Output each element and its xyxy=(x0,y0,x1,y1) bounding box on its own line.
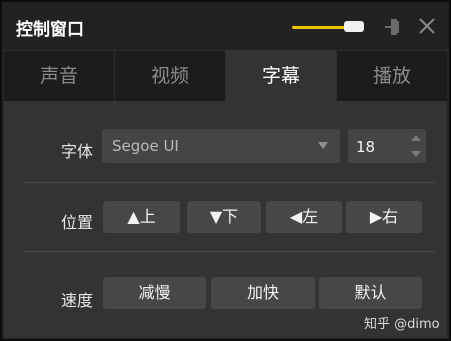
move-up-button[interactable]: ▲上 xyxy=(103,201,180,233)
font-family-value: Segoe UI xyxy=(112,137,179,155)
title-bar: 控制窗口 xyxy=(2,2,449,50)
opacity-slider-track[interactable] xyxy=(292,26,348,29)
font-label: 字体 xyxy=(61,142,94,161)
watermark: 知乎 @dimo xyxy=(364,317,440,332)
slower-button[interactable]: 减慢 xyxy=(103,277,206,309)
pin-icon[interactable] xyxy=(382,17,402,37)
window-title: 控制窗口 xyxy=(16,20,84,40)
opacity-slider-handle[interactable] xyxy=(344,21,364,32)
default-speed-button[interactable]: 默认 xyxy=(319,277,422,309)
tab-video[interactable]: 视频 xyxy=(115,50,226,101)
position-label: 位置 xyxy=(61,213,94,232)
move-down-button[interactable]: ▼下 xyxy=(187,201,261,233)
move-right-button[interactable]: ▶右 xyxy=(346,201,422,233)
font-size-value: 18 xyxy=(356,138,376,156)
tab-audio[interactable]: 声音 xyxy=(4,50,115,101)
font-family-select[interactable]: Segoe UI xyxy=(102,129,340,163)
chevron-down-icon xyxy=(318,142,328,149)
increment-arrow-icon[interactable] xyxy=(408,131,424,145)
divider xyxy=(24,251,436,252)
close-icon[interactable] xyxy=(418,17,436,35)
faster-button[interactable]: 加快 xyxy=(211,277,315,309)
subtitle-panel: 字体 Segoe UI 18 位置 ▲上 ▼下 ◀左 ▶右 速度 减慢 加快 默… xyxy=(4,101,447,338)
tab-subtitle[interactable]: 字幕 xyxy=(226,50,337,101)
decrement-arrow-icon[interactable] xyxy=(408,147,424,161)
speed-label: 速度 xyxy=(61,291,94,310)
control-window: 控制窗口 声音 视频 字幕 播放 字体 Segoe UI 18 位置 ▲上 ▼下… xyxy=(0,0,451,341)
font-size-stepper[interactable]: 18 xyxy=(348,129,426,163)
tab-bar: 声音 视频 字幕 播放 xyxy=(4,50,447,101)
divider xyxy=(24,182,436,183)
move-left-button[interactable]: ◀左 xyxy=(266,201,342,233)
tab-playback[interactable]: 播放 xyxy=(337,50,447,101)
